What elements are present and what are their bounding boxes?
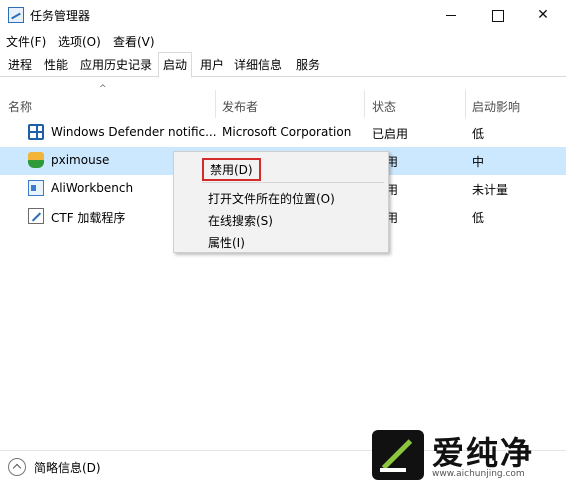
column-divider[interactable] xyxy=(465,90,466,118)
row-impact: 中 xyxy=(472,155,485,169)
pen-icon xyxy=(28,208,44,224)
column-header-impact[interactable]: 启动影响 xyxy=(472,98,520,115)
row-publisher: Microsoft Corporation xyxy=(222,125,352,139)
fewer-details-link[interactable]: 简略信息(D) xyxy=(34,459,101,476)
tab-app-history[interactable]: 应用历史记录 xyxy=(76,55,156,77)
minimize-button[interactable] xyxy=(428,0,474,30)
task-manager-icon xyxy=(8,7,24,23)
menu-bar: 文件(F) 选项(O) 查看(V) xyxy=(0,30,566,52)
context-menu-disable[interactable]: 禁用(D) xyxy=(202,158,261,181)
context-menu-open-file-location[interactable]: 打开文件所在的位置(O) xyxy=(208,190,335,207)
watermark-logo-icon xyxy=(372,430,424,480)
column-header-publisher[interactable]: 发布者 xyxy=(222,98,258,115)
sort-ascending-icon: ^ xyxy=(99,84,107,94)
column-divider[interactable] xyxy=(215,90,216,118)
watermark-url: www.aichunjing.com xyxy=(432,469,525,479)
maximize-button[interactable] xyxy=(474,0,520,30)
tab-users[interactable]: 用户 xyxy=(196,55,228,77)
row-impact: 低 xyxy=(472,127,485,141)
tab-details[interactable]: 详细信息 xyxy=(230,55,286,77)
tab-performance[interactable]: 性能 xyxy=(40,55,72,77)
menu-view[interactable]: 查看(V) xyxy=(113,33,155,50)
app-window-icon xyxy=(28,180,44,196)
tab-startup[interactable]: 启动 xyxy=(158,52,193,78)
column-header-row: ^ 名称 发布者 状态 启动影响 xyxy=(0,78,566,118)
context-menu-divider xyxy=(202,182,384,183)
tab-services[interactable]: 服务 xyxy=(292,55,324,77)
column-header-status[interactable]: 状态 xyxy=(372,98,396,115)
menu-options[interactable]: 选项(O) xyxy=(58,33,101,50)
row-name: pximouse xyxy=(51,153,110,167)
tab-processes[interactable]: 进程 xyxy=(4,55,36,77)
table-row[interactable]: Windows Defender notific... Microsoft Co… xyxy=(0,119,566,147)
context-menu-search-online[interactable]: 在线搜索(S) xyxy=(208,212,273,229)
watermark-text: 爱纯净 xyxy=(432,434,535,472)
shield-icon xyxy=(28,124,44,140)
title-bar: 任务管理器 ✕ xyxy=(0,0,566,30)
chevron-up-icon[interactable] xyxy=(8,458,26,476)
column-divider[interactable] xyxy=(364,90,365,118)
column-header-name[interactable]: 名称 xyxy=(8,98,32,115)
window-title: 任务管理器 xyxy=(30,9,91,23)
row-name: AliWorkbench xyxy=(51,181,134,195)
mouse-icon xyxy=(28,152,44,168)
menu-file[interactable]: 文件(F) xyxy=(6,33,46,50)
row-name: Windows Defender notific... xyxy=(51,125,217,139)
context-menu-properties[interactable]: 属性(I) xyxy=(208,234,245,251)
row-impact: 低 xyxy=(472,211,485,225)
close-button[interactable]: ✕ xyxy=(520,0,566,30)
row-name: CTF 加载程序 xyxy=(51,211,126,225)
context-menu: 禁用(D) 打开文件所在的位置(O) 在线搜索(S) 属性(I) xyxy=(173,151,389,253)
row-status: 已启用 xyxy=(372,127,409,141)
tab-bar: 进程 性能 应用历史记录 启动 用户 详细信息 服务 xyxy=(0,52,566,78)
row-impact: 未计量 xyxy=(472,183,509,197)
watermark: 爱纯净 www.aichunjing.com xyxy=(372,428,562,483)
